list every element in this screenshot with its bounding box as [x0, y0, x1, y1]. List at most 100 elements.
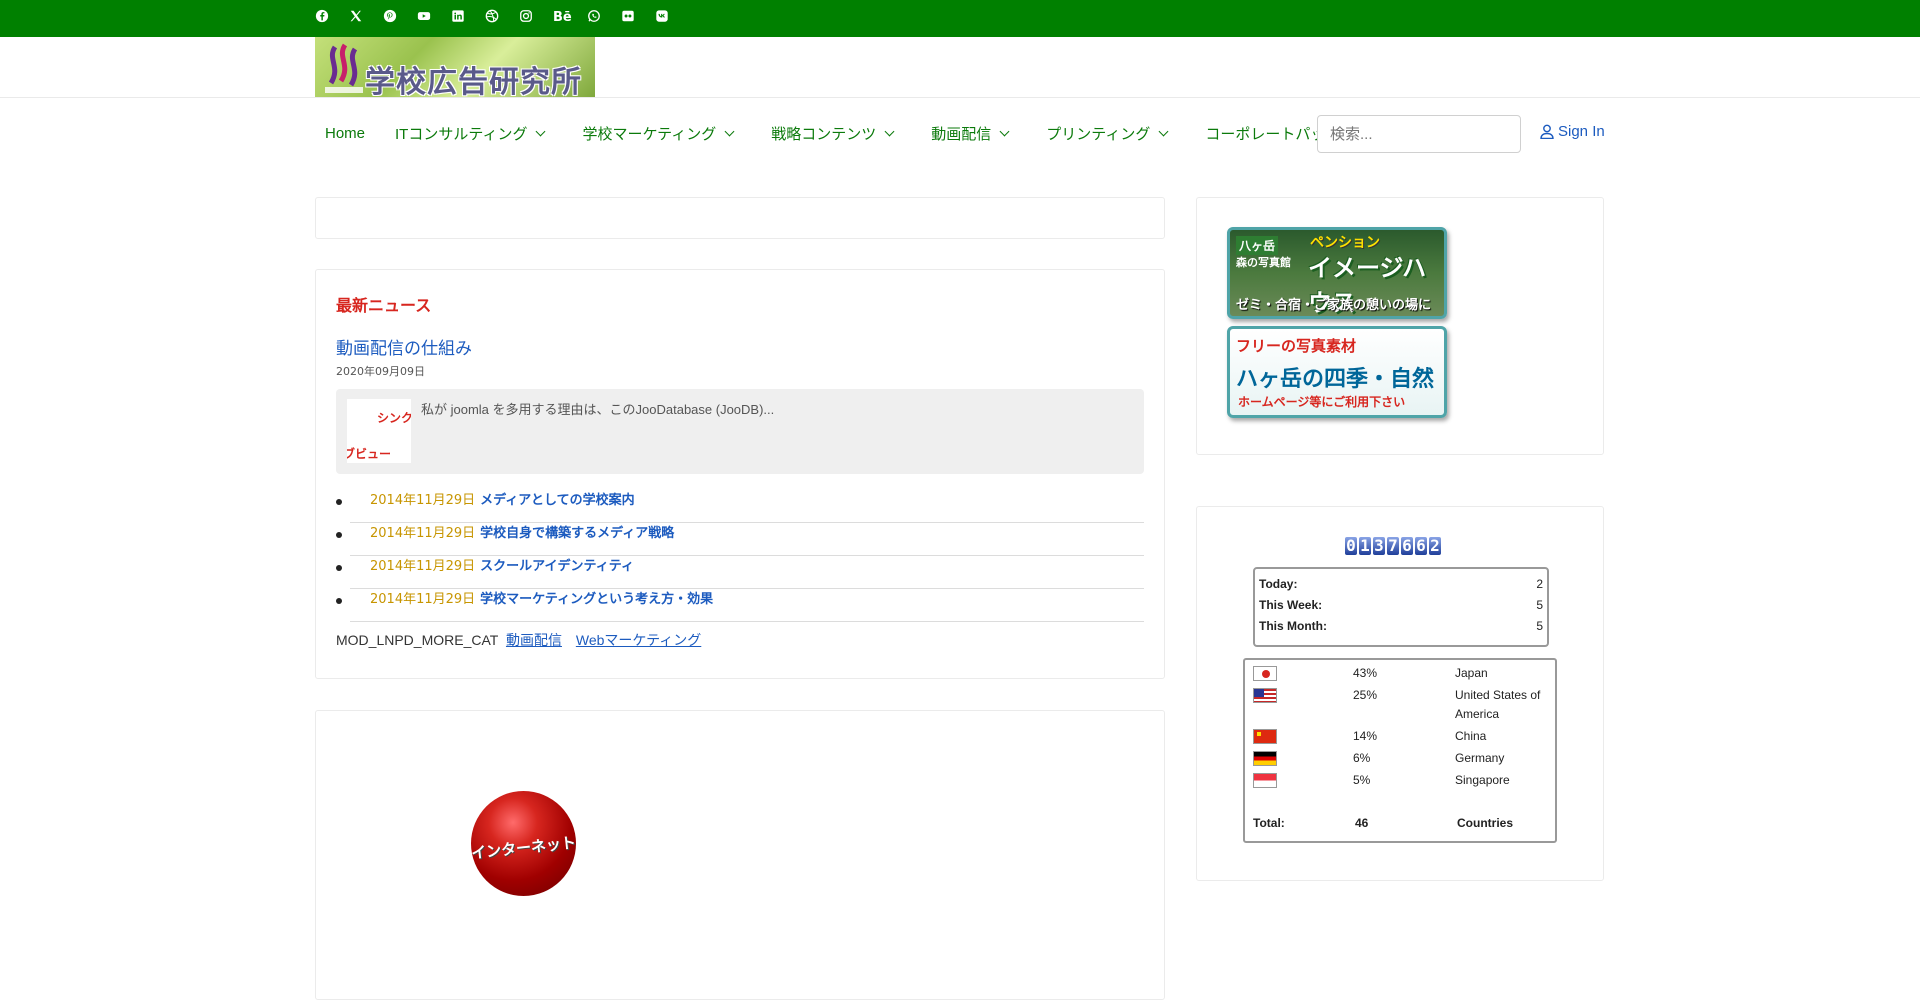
- more-category-links: MOD_LNPD_MORE_CAT 動画配信 Webマーケティング: [336, 630, 701, 650]
- visitor-counter-module: 0137662 Today: 2 This Week: 5 This Month: 5…: [1196, 506, 1604, 881]
- country-percent: 43%: [1353, 666, 1378, 680]
- nav-item-home[interactable]: Home: [315, 125, 365, 142]
- visits-week-row: This Week: 5: [1259, 596, 1543, 617]
- pinterest-icon[interactable]: [383, 9, 417, 27]
- nav-item-school-marketing[interactable]: 学校マーケティング: [572, 123, 735, 144]
- chevron-down-icon: [536, 126, 546, 136]
- visits-label: This Week:: [1259, 598, 1323, 612]
- nav-item-video[interactable]: 動画配信: [921, 123, 1010, 144]
- sign-in-label: Sign In: [1558, 123, 1605, 140]
- counter-digit: 1: [1359, 536, 1371, 555]
- nav-item-label: ITコンサルティング: [395, 125, 528, 143]
- news-link[interactable]: メディアとしての学校案内: [480, 493, 634, 508]
- singapore-flag-icon: [1253, 773, 1277, 788]
- internet-ball-image[interactable]: インターネット: [470, 791, 577, 896]
- banner-text: ホームページ等にご利用下さい: [1238, 395, 1406, 409]
- nav-item-strategy-contents[interactable]: 戦略コンテンツ: [761, 123, 895, 144]
- behance-icon[interactable]: Bē: [553, 9, 587, 27]
- x-icon[interactable]: [349, 9, 383, 27]
- country-name: China: [1455, 729, 1487, 743]
- country-percent: 25%: [1353, 688, 1378, 702]
- top-social-bar: Bē: [0, 0, 1920, 37]
- category-link-video[interactable]: 動画配信: [506, 632, 562, 648]
- visits-value: 2: [1536, 577, 1543, 591]
- china-flag-icon: [1253, 729, 1277, 744]
- facebook-icon[interactable]: [315, 9, 349, 27]
- banner-module: 八ヶ岳 森の写真館 ペンション イメージハウス ゼミ・合宿・ご家族の憩いの場に …: [1196, 197, 1604, 455]
- sign-in-link[interactable]: Sign In: [1540, 123, 1605, 140]
- visits-summary: Today: 2 This Week: 5 This Month: 5: [1253, 567, 1549, 647]
- nav-item-it-consulting[interactable]: ITコンサルティング: [385, 123, 546, 144]
- instagram-icon[interactable]: [519, 9, 553, 27]
- article-date: 2020年09月09日: [336, 365, 425, 378]
- empty-module: [315, 197, 1165, 239]
- article-intro: シンク ブビュー 私が joomla を多用する理由は、このJooDatabas…: [336, 389, 1144, 474]
- country-percent: 14%: [1353, 729, 1378, 743]
- nav-item-label: 動画配信: [931, 125, 992, 143]
- country-row: 25% United States of America: [1253, 688, 1547, 729]
- country-percent: 5%: [1353, 773, 1371, 787]
- latest-news-module: 最新ニュース 動画配信の仕組み 2020年09月09日 シンク ブビュー 私が …: [315, 269, 1165, 679]
- linkedin-icon[interactable]: [451, 9, 485, 27]
- list-item: 2014年11月29日 学校マーケティングという考え方・効果: [336, 589, 1144, 622]
- whatsapp-icon[interactable]: [587, 9, 621, 27]
- news-link[interactable]: スクールアイデンティティ: [480, 559, 634, 574]
- free-photo-banner[interactable]: フリーの写真素材 ハヶ岳の四季・自然 ホームページ等にご利用下さい: [1227, 326, 1447, 418]
- country-name: Japan: [1455, 666, 1488, 680]
- nav-item-label: 戦略コンテンツ: [771, 125, 877, 143]
- visitor-countries: 43% Japan 25% United States of America 1…: [1243, 658, 1557, 843]
- visits-label: Today:: [1259, 577, 1298, 591]
- counter-digit: 7: [1387, 536, 1399, 555]
- news-date: 2014年11月29日: [370, 592, 476, 607]
- list-item: 2014年11月29日 学校自身で構築するメディア戦略: [336, 523, 1144, 556]
- pension-banner[interactable]: 八ヶ岳 森の写真館 ペンション イメージハウス ゼミ・合宿・ご家族の憩いの場に: [1227, 227, 1447, 319]
- news-date: 2014年11月29日: [370, 526, 476, 541]
- usa-flag-icon: [1253, 688, 1277, 703]
- country-row: 5% Singapore: [1253, 773, 1547, 795]
- banner-text: 八ヶ岳: [1236, 236, 1279, 255]
- article-thumbnail[interactable]: シンク ブビュー: [347, 399, 411, 463]
- dribbble-icon[interactable]: [485, 9, 519, 27]
- counter-digit: 6: [1401, 536, 1413, 555]
- news-link[interactable]: 学校マーケティングという考え方・効果: [480, 592, 713, 607]
- flickr-icon[interactable]: [621, 9, 655, 27]
- banner-text: 森の写真館: [1236, 256, 1291, 269]
- more-label: MOD_LNPD_MORE_CAT: [336, 632, 499, 648]
- country-name: Singapore: [1455, 773, 1510, 787]
- country-row: 14% China: [1253, 729, 1547, 751]
- nav-item-printing[interactable]: プリンティング: [1036, 123, 1169, 144]
- youtube-icon[interactable]: [417, 9, 451, 27]
- country-row: 43% Japan: [1253, 666, 1547, 688]
- visits-value: 5: [1536, 619, 1543, 633]
- news-list: 2014年11月29日 メディアとしての学校案内 2014年11月29日 学校自身で…: [336, 490, 1144, 622]
- article-title-link[interactable]: 動画配信の仕組み: [336, 334, 472, 359]
- visits-label: This Month:: [1259, 619, 1327, 633]
- chevron-down-icon: [999, 126, 1010, 136]
- visits-value: 5: [1536, 598, 1543, 612]
- image-module: インターネット: [315, 710, 1165, 1000]
- search-input[interactable]: [1317, 115, 1521, 153]
- site-logo[interactable]: 学校広告研究所: [315, 37, 595, 97]
- main-nav: Home ITコンサルティング 学校マーケティング 戦略コンテンツ 動画配信 プ…: [315, 112, 1398, 154]
- article-intro-text: 私が joomla を多用する理由は、このJooDatabase (JooDB)…: [421, 402, 775, 417]
- thumbnail-text: ブビュー: [347, 447, 392, 461]
- thumbnail-text: シンク: [377, 411, 411, 425]
- japan-flag-icon: [1253, 666, 1277, 681]
- news-date: 2014年11月29日: [370, 493, 476, 508]
- country-name: United States of America: [1455, 688, 1541, 721]
- total-label: Total:: [1253, 816, 1285, 830]
- visits-today-row: Today: 2: [1259, 575, 1543, 596]
- total-value: 46: [1355, 816, 1369, 830]
- nav-item-label: 学校マーケティング: [582, 125, 717, 143]
- logo-mark-icon: [325, 43, 363, 93]
- counter-digit: 0: [1345, 536, 1357, 555]
- site-header: 学校広告研究所: [0, 37, 1920, 98]
- news-heading: 最新ニュース: [336, 296, 432, 315]
- list-item: 2014年11月29日 メディアとしての学校案内: [336, 490, 1144, 523]
- vk-icon[interactable]: [655, 9, 689, 27]
- list-item: 2014年11月29日 スクールアイデンティティ: [336, 556, 1144, 589]
- user-icon: [1540, 124, 1554, 139]
- category-link-web-marketing[interactable]: Webマーケティング: [576, 632, 701, 648]
- news-link[interactable]: 学校自身で構築するメディア戦略: [480, 526, 674, 541]
- countries-total-row: Total: 46 Countries: [1253, 816, 1547, 830]
